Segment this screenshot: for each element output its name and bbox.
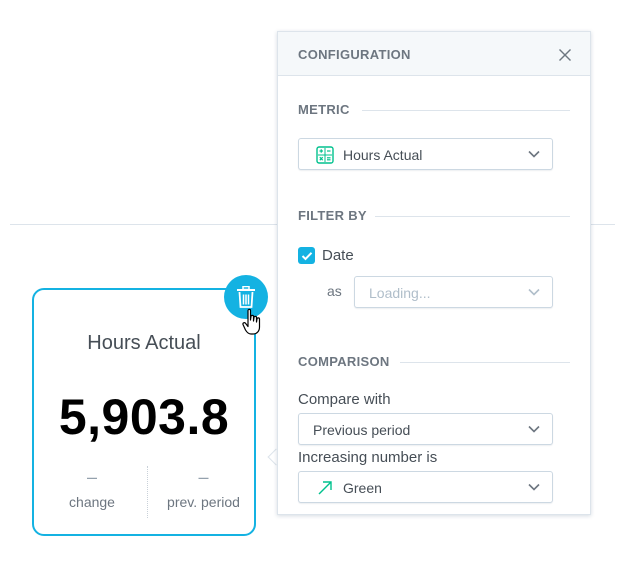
compare-with-value: Previous period bbox=[313, 422, 411, 438]
trash-icon bbox=[237, 286, 255, 308]
date-dataset-placeholder: Loading... bbox=[369, 285, 431, 301]
filter-heading: FILTER BY bbox=[298, 208, 367, 223]
metric-heading: METRIC bbox=[298, 102, 350, 117]
chevron-down-icon bbox=[528, 483, 540, 491]
kpi-widget[interactable]: Hours Actual 5,903.8 – change – prev. pe… bbox=[32, 288, 256, 536]
chevron-down-icon bbox=[528, 150, 540, 158]
date-filter-checkbox[interactable] bbox=[298, 247, 315, 264]
increasing-number-dropdown[interactable]: Green bbox=[298, 471, 553, 503]
comparison-heading: COMPARISON bbox=[298, 354, 390, 369]
metric-dropdown[interactable]: Hours Actual bbox=[298, 138, 553, 170]
kpi-change-value: – bbox=[86, 467, 97, 487]
chevron-down-icon bbox=[528, 425, 540, 433]
kpi-title: Hours Actual bbox=[87, 332, 201, 354]
close-icon[interactable] bbox=[557, 47, 573, 63]
arrow-up-right-icon bbox=[318, 481, 332, 495]
check-icon bbox=[301, 251, 312, 260]
filter-rule bbox=[375, 216, 570, 217]
kpi-prev-value: – bbox=[198, 467, 209, 487]
date-dataset-dropdown[interactable]: Loading... bbox=[354, 276, 553, 308]
calculator-icon bbox=[316, 146, 334, 164]
kpi-prev-period: – prev. period bbox=[147, 466, 259, 518]
metric-dropdown-value: Hours Actual bbox=[343, 147, 423, 163]
hand-pointer-icon bbox=[242, 308, 261, 335]
metric-rule bbox=[362, 110, 570, 111]
kpi-change-label: change bbox=[69, 494, 115, 510]
kpi-prev-label: prev. period bbox=[167, 494, 240, 510]
kpi-change: – change bbox=[36, 466, 148, 510]
as-label: as bbox=[327, 283, 342, 299]
chevron-down-icon bbox=[528, 288, 540, 296]
configuration-panel: CONFIGURATION METRIC Hours Actual FILTER… bbox=[277, 31, 591, 515]
date-filter-label[interactable]: Date bbox=[322, 247, 354, 264]
increasing-number-label: Increasing number is bbox=[298, 449, 438, 466]
kpi-value: 5,903.8 bbox=[58, 389, 230, 445]
compare-with-label: Compare with bbox=[298, 391, 391, 408]
compare-with-dropdown[interactable]: Previous period bbox=[298, 413, 553, 445]
increasing-number-value: Green bbox=[343, 480, 382, 496]
comparison-rule bbox=[400, 362, 570, 363]
panel-header: CONFIGURATION bbox=[278, 32, 590, 76]
panel-title: CONFIGURATION bbox=[298, 47, 411, 62]
